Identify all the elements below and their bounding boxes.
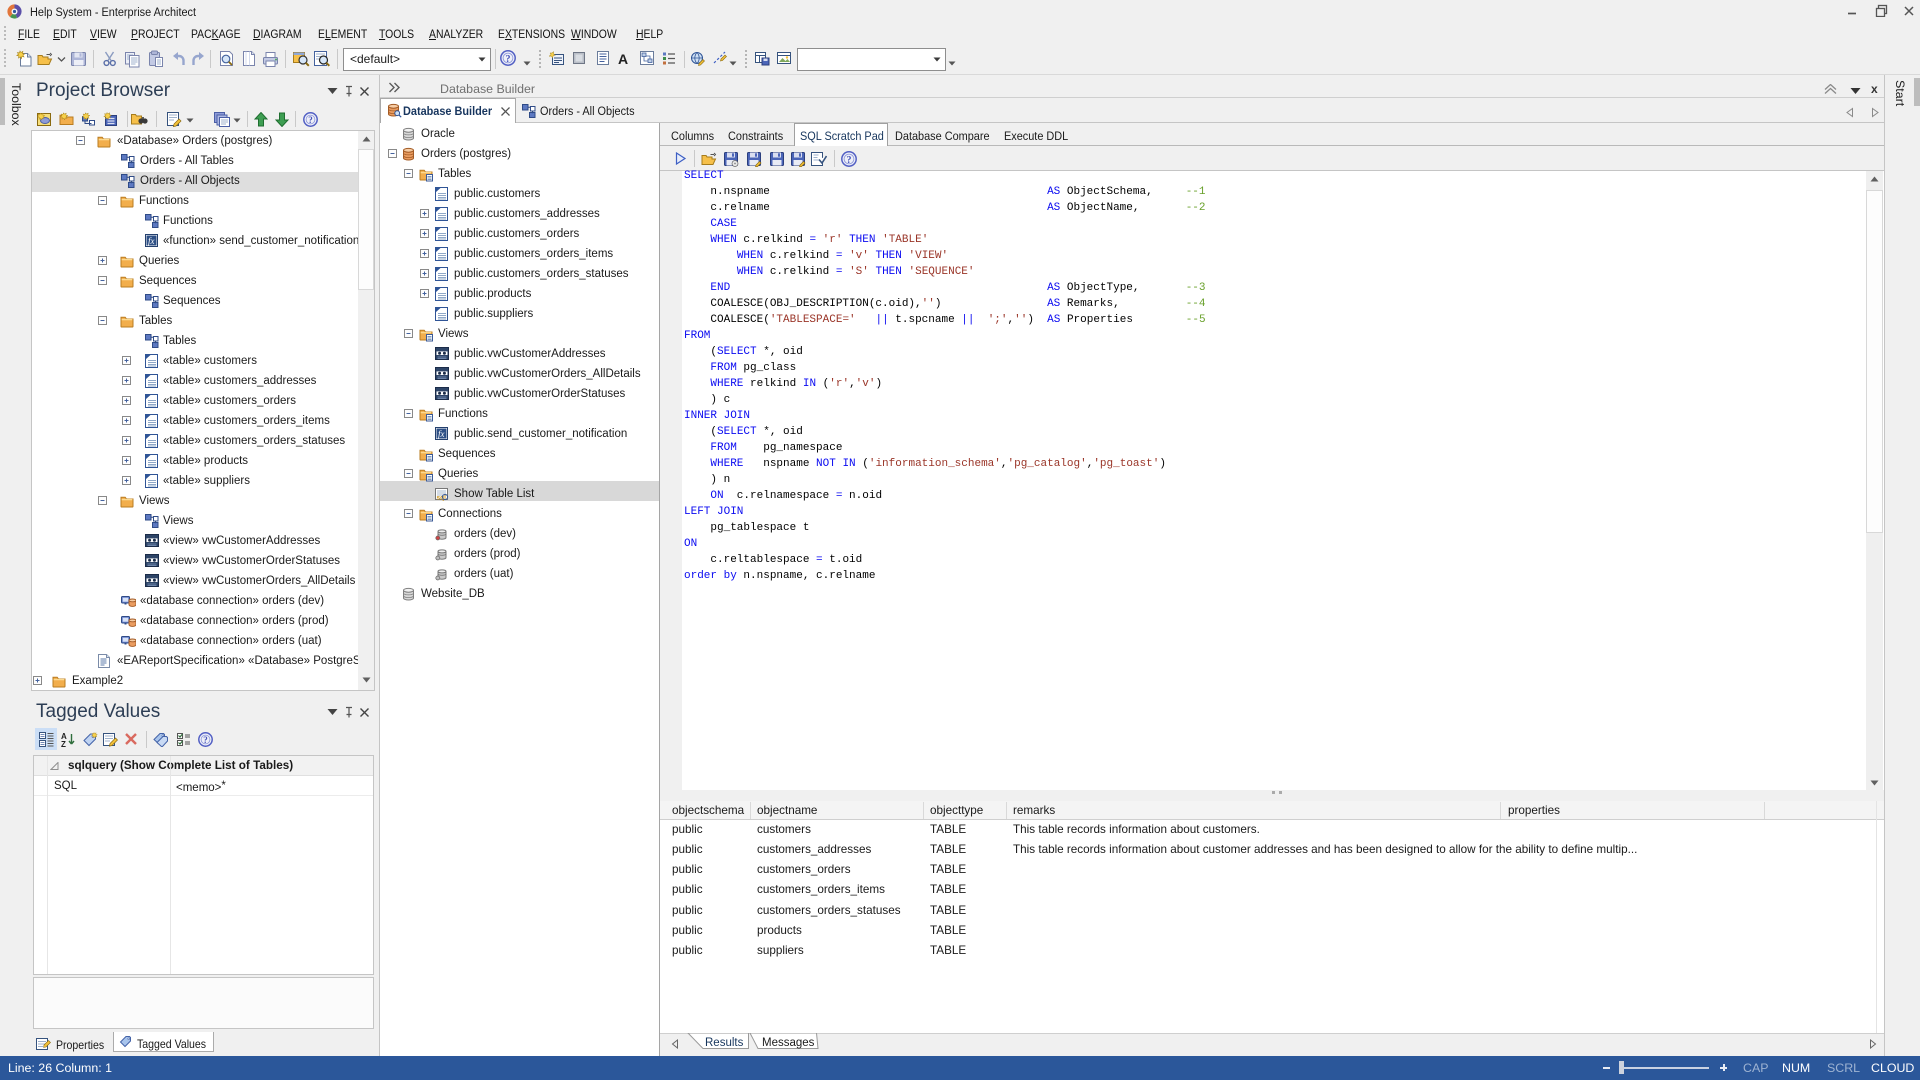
- svg-text:Z: Z: [61, 740, 66, 747]
- svg-text:?: ?: [308, 115, 313, 125]
- svg-text:fx: fx: [148, 236, 155, 246]
- svg-text:?: ?: [506, 54, 511, 65]
- svg-text:fx: fx: [438, 429, 445, 439]
- svg-text:?: ?: [847, 155, 852, 166]
- svg-text:?: ?: [203, 735, 208, 745]
